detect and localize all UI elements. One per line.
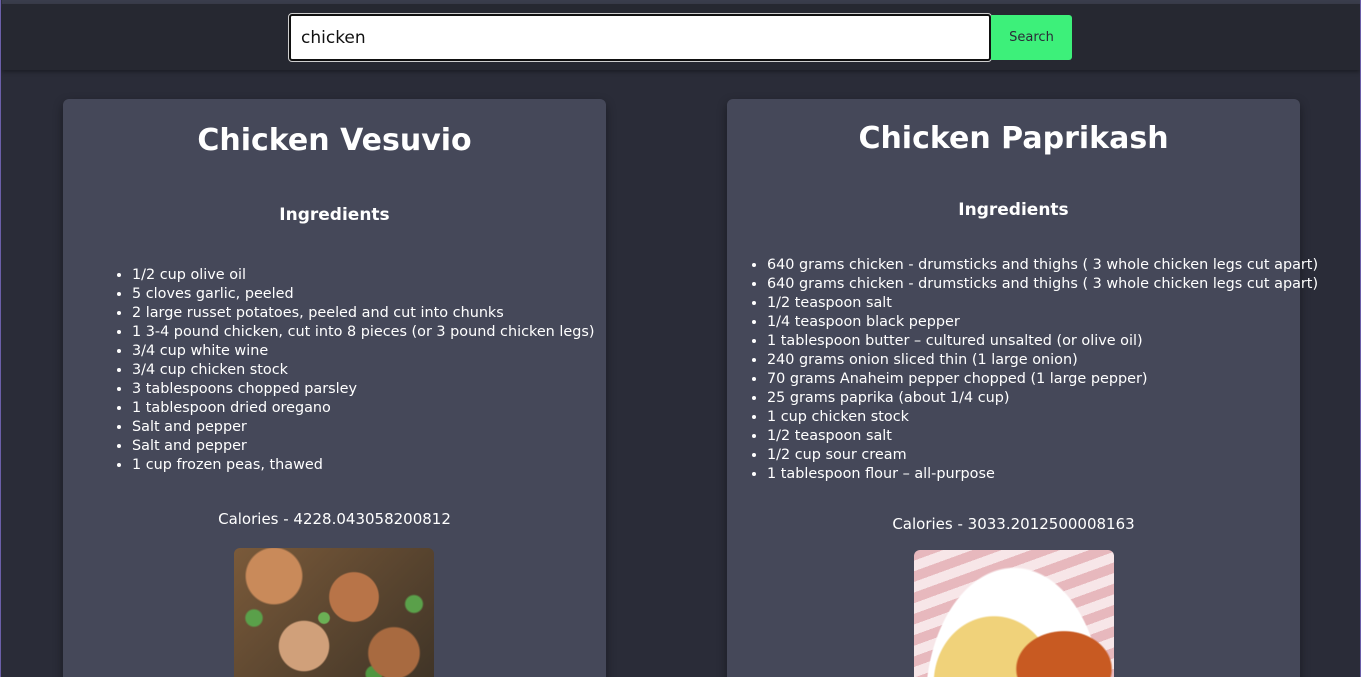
ingredient-item: Salt and pepper [132, 418, 594, 437]
recipe-title: Chicken Vesuvio [197, 123, 472, 158]
recipe-image [234, 548, 434, 677]
ingredient-item: 3/4 cup chicken stock [132, 361, 594, 380]
ingredient-item: 1 3-4 pound chicken, cut into 8 pieces (… [132, 323, 594, 342]
ingredient-item: 1/2 cup sour cream [767, 446, 1318, 465]
recipe-card: Chicken Paprikash Ingredients 640 grams … [727, 99, 1318, 677]
ingredient-item: 1/4 teaspoon black pepper [767, 313, 1318, 332]
ingredient-item: 3/4 cup white wine [132, 342, 594, 361]
ingredient-item: 1 cup frozen peas, thawed [132, 456, 594, 475]
ingredient-item: 640 grams chicken - drumsticks and thigh… [767, 275, 1318, 294]
ingredient-item: 5 cloves garlic, peeled [132, 285, 594, 304]
ingredients-heading: Ingredients [279, 205, 390, 225]
ingredient-item: 1 cup chicken stock [767, 408, 1318, 427]
calories-text: Calories - 4228.043058200812 [218, 510, 451, 528]
ingredients-list: 640 grams chicken - drumsticks and thigh… [746, 256, 1318, 484]
ingredient-item: 240 grams onion sliced thin (1 large oni… [767, 351, 1318, 370]
ingredient-item: 1 tablespoon dried oregano [132, 399, 594, 418]
ingredient-item: 70 grams Anaheim pepper chopped (1 large… [767, 370, 1318, 389]
ingredient-item: 1 tablespoon butter – cultured unsalted … [767, 332, 1318, 351]
ingredient-item: Salt and pepper [132, 437, 594, 456]
search-button[interactable]: Search [991, 15, 1072, 60]
recipe-card: Chicken Vesuvio Ingredients 1/2 cup oliv… [63, 99, 606, 677]
recipe-title: Chicken Paprikash [858, 121, 1169, 156]
ingredient-item: 1 tablespoon flour – all-purpose [767, 465, 1318, 484]
ingredient-item: 640 grams chicken - drumsticks and thigh… [767, 256, 1318, 275]
ingredient-item: 1/2 teaspoon salt [767, 294, 1318, 313]
ingredient-item: 2 large russet potatoes, peeled and cut … [132, 304, 594, 323]
ingredient-item: 25 grams paprika (about 1/4 cup) [767, 389, 1318, 408]
recipe-image [914, 550, 1114, 677]
app-window: Search Chicken Vesuvio Ingredients 1/2 c… [0, 0, 1361, 677]
ingredients-heading: Ingredients [958, 200, 1069, 220]
ingredients-list: 1/2 cup olive oil 5 cloves garlic, peele… [111, 266, 594, 475]
ingredient-item: 3 tablespoons chopped parsley [132, 380, 594, 399]
calories-text: Calories - 3033.2012500008163 [892, 515, 1135, 533]
ingredient-item: 1/2 teaspoon salt [767, 427, 1318, 446]
ingredient-item: 1/2 cup olive oil [132, 266, 594, 285]
search-input[interactable] [288, 13, 992, 62]
